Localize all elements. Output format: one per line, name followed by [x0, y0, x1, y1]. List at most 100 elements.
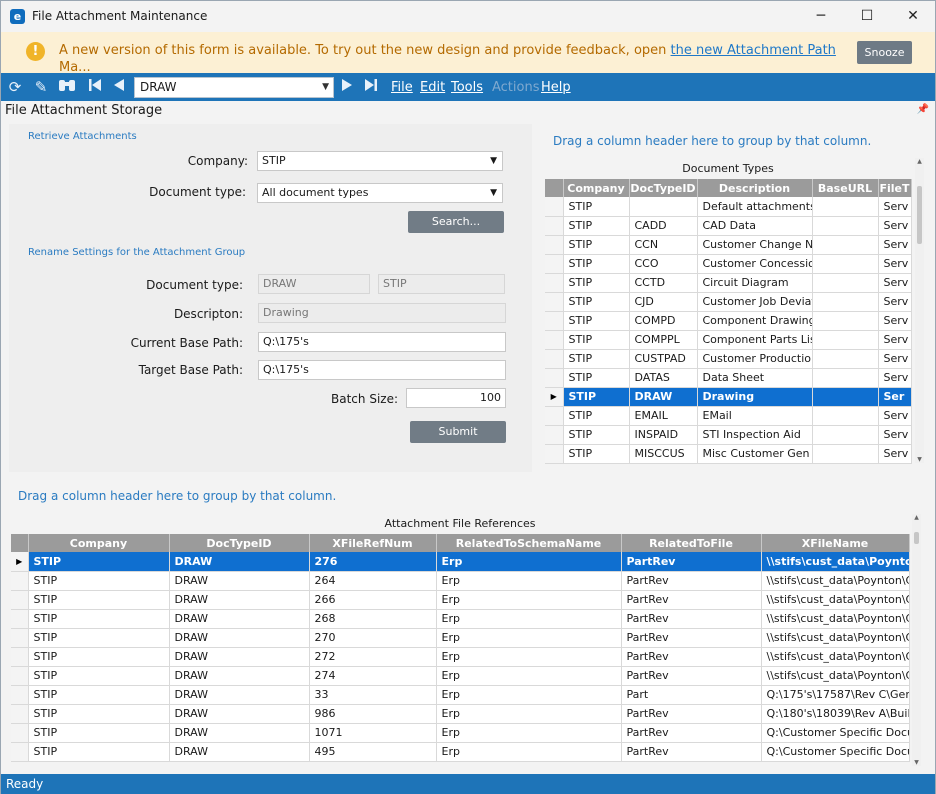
doctype-cell[interactable]: Component Drawing: [697, 311, 813, 331]
doctype-cell[interactable]: Serv: [878, 235, 912, 255]
doctype-row[interactable]: STIP CCTD Circuit Diagram Serv: [545, 273, 912, 293]
doctype-cell[interactable]: Serv: [878, 368, 912, 388]
fileref-cell[interactable]: 33: [309, 685, 437, 705]
doc-grid-scrollbar[interactable]: ▲ ▼: [915, 158, 924, 463]
row-indicator[interactable]: [545, 216, 564, 236]
row-indicator[interactable]: [545, 292, 564, 312]
doctype-cell[interactable]: [812, 425, 879, 445]
doctype-cell[interactable]: [812, 444, 879, 464]
fileref-cell[interactable]: Erp: [436, 628, 622, 648]
fileref-cell[interactable]: Q:\Customer Specific Docu: [761, 742, 910, 762]
fileref-cell[interactable]: STIP: [28, 666, 170, 686]
scroll-up-icon[interactable]: ▲: [915, 158, 924, 165]
doctype-cell[interactable]: [812, 273, 879, 293]
doctype-cell[interactable]: EMail: [697, 406, 813, 426]
column-header[interactable]: RelatedToFile: [621, 534, 762, 552]
doctype-cell[interactable]: Customer Job Deviat: [697, 292, 813, 312]
row-indicator[interactable]: [545, 273, 564, 293]
doctype-cell[interactable]: STIP: [563, 273, 630, 293]
minimize-button[interactable]: ─: [798, 1, 844, 32]
scroll-thumb[interactable]: [917, 186, 922, 244]
column-header[interactable]: Description: [697, 179, 813, 197]
fileref-cell[interactable]: DRAW: [169, 552, 310, 572]
fileref-cell[interactable]: STIP: [28, 590, 170, 610]
doctype-cell[interactable]: STIP: [563, 406, 630, 426]
row-indicator[interactable]: [11, 666, 29, 686]
fileref-cell[interactable]: Erp: [436, 552, 622, 572]
scroll-up-icon[interactable]: ▲: [912, 514, 921, 521]
row-indicator[interactable]: [11, 704, 29, 724]
fileref-cell[interactable]: PartRev: [621, 647, 762, 667]
fileref-cell[interactable]: PartRev: [621, 609, 762, 629]
fileref-cell[interactable]: \\stifs\cust_data\Poynton\Cu: [761, 552, 910, 572]
fileref-cell[interactable]: Q:\175's\17587\Rev C\Gerb: [761, 685, 910, 705]
fileref-cell[interactable]: 266: [309, 590, 437, 610]
fileref-cell[interactable]: PartRev: [621, 571, 762, 591]
doctype-cell[interactable]: Serv: [878, 425, 912, 445]
row-indicator[interactable]: [11, 723, 29, 743]
fileref-cell[interactable]: \\stifs\cust_data\Poynton\Cu: [761, 590, 910, 610]
fileref-row[interactable]: STIP DRAW 270 Erp PartRev \\stifs\cust_data\P…: [11, 628, 910, 648]
doctype-cell[interactable]: [629, 197, 698, 217]
menu-edit[interactable]: Edit: [420, 80, 445, 95]
fileref-cell[interactable]: DRAW: [169, 590, 310, 610]
fileref-cell[interactable]: Erp: [436, 647, 622, 667]
row-indicator[interactable]: [545, 254, 564, 274]
row-indicator[interactable]: [545, 444, 564, 464]
doctype-cell[interactable]: [812, 330, 879, 350]
record-navigator-combo[interactable]: DRAW ▼: [134, 77, 334, 98]
fileref-cell[interactable]: DRAW: [169, 723, 310, 743]
doctype-combo[interactable]: All document types ▼: [257, 183, 503, 203]
doctype-cell[interactable]: STIP: [563, 368, 630, 388]
chevron-down-icon[interactable]: ▼: [490, 184, 497, 202]
fileref-cell[interactable]: PartRev: [621, 628, 762, 648]
doctype-cell[interactable]: [812, 235, 879, 255]
doctype-cell[interactable]: DRAW: [629, 387, 698, 407]
fileref-cell[interactable]: Erp: [436, 742, 622, 762]
column-header[interactable]: FileT: [878, 179, 912, 197]
row-indicator[interactable]: [545, 349, 564, 369]
doctype-row[interactable]: ▶ STIP DRAW Drawing Ser: [545, 387, 912, 407]
row-indicator[interactable]: [11, 628, 29, 648]
ref-grid-scrollbar[interactable]: ▲ ▼: [912, 514, 921, 766]
doctype-cell[interactable]: STIP: [563, 425, 630, 445]
search-button[interactable]: Search...: [408, 211, 504, 233]
row-indicator[interactable]: [545, 425, 564, 445]
fileref-row[interactable]: STIP DRAW 264 Erp PartRev \\stifs\cust_data\P…: [11, 571, 910, 591]
doctype-row[interactable]: STIP CUSTPAD Customer Productio Serv: [545, 349, 912, 369]
doctype-row[interactable]: STIP INSPAID STI Inspection Aid Serv: [545, 425, 912, 445]
doctype-cell[interactable]: STIP: [563, 444, 630, 464]
doctype-cell[interactable]: STI Inspection Aid: [697, 425, 813, 445]
doctype-cell[interactable]: [812, 387, 879, 407]
fileref-cell[interactable]: 1071: [309, 723, 437, 743]
fileref-row[interactable]: STIP DRAW 495 Erp PartRev Q:\Customer Specifi…: [11, 742, 910, 762]
doctype-cell[interactable]: CCTD: [629, 273, 698, 293]
fileref-cell[interactable]: Erp: [436, 723, 622, 743]
doctype-cell[interactable]: Default attachments: [697, 197, 813, 217]
row-indicator[interactable]: [11, 742, 29, 762]
fileref-cell[interactable]: 986: [309, 704, 437, 724]
fileref-cell[interactable]: STIP: [28, 742, 170, 762]
doctype-cell[interactable]: Serv: [878, 406, 912, 426]
row-indicator[interactable]: [545, 330, 564, 350]
submit-button[interactable]: Submit: [410, 421, 506, 443]
fileref-cell[interactable]: 274: [309, 666, 437, 686]
fileref-cell[interactable]: \\stifs\cust_data\Poynton\Cu: [761, 666, 910, 686]
doctype-row[interactable]: STIP CCN Customer Change N Serv: [545, 235, 912, 255]
row-indicator[interactable]: [11, 571, 29, 591]
doctype-cell[interactable]: INSPAID: [629, 425, 698, 445]
doctype-cell[interactable]: Serv: [878, 311, 912, 331]
column-header[interactable]: Company: [563, 179, 630, 197]
doctype-cell[interactable]: [812, 368, 879, 388]
search-binoculars-icon[interactable]: [57, 77, 77, 97]
doctype-cell[interactable]: Customer Change N: [697, 235, 813, 255]
row-indicator[interactable]: [11, 647, 29, 667]
column-header[interactable]: DocTypeID: [169, 534, 310, 552]
column-header[interactable]: BaseURL: [812, 179, 879, 197]
doctype-cell[interactable]: CCO: [629, 254, 698, 274]
fileref-cell[interactable]: PartRev: [621, 723, 762, 743]
fileref-cell[interactable]: Erp: [436, 609, 622, 629]
doctype-cell[interactable]: MISCCUS: [629, 444, 698, 464]
row-indicator[interactable]: [545, 197, 564, 217]
fileref-cell[interactable]: 495: [309, 742, 437, 762]
